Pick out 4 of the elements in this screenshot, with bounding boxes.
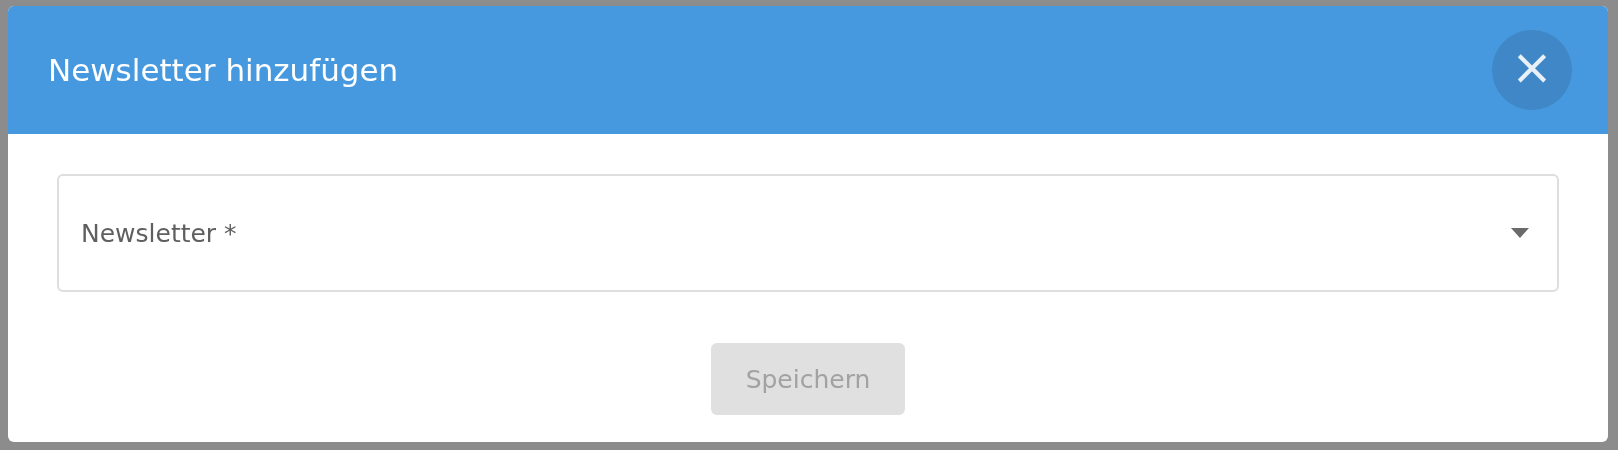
caret-icon — [1511, 228, 1529, 238]
newsletter-dropdown[interactable]: Newsletter * — [57, 174, 1559, 292]
dialog-title: Newsletter hinzufügen — [48, 52, 399, 88]
close-button[interactable]: × — [1492, 30, 1572, 110]
